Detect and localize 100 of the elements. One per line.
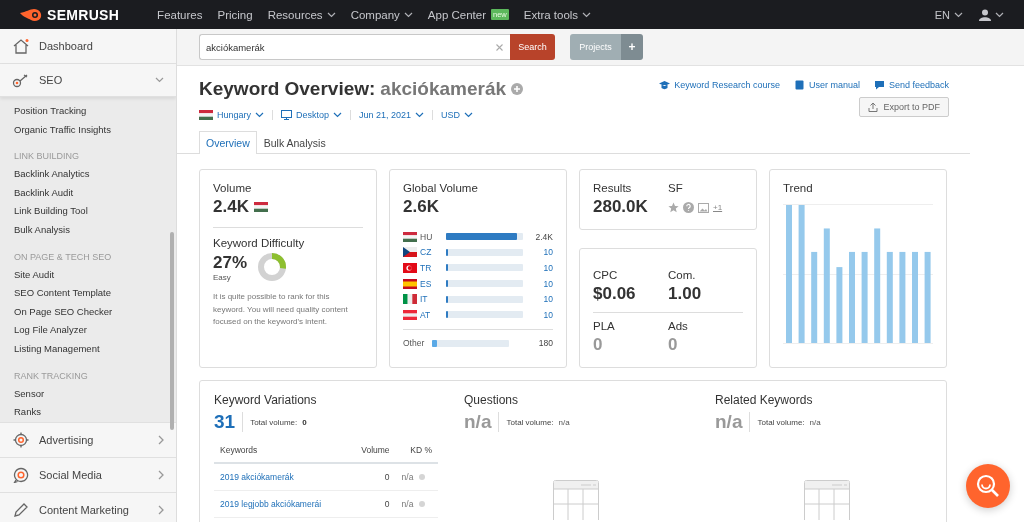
menu-item-label: Dashboard [39,40,93,52]
sidebar-menu-item[interactable]: Content Marketing [0,492,176,522]
speech-bubble-icon [873,80,885,90]
user-menu-button[interactable] [979,8,1004,21]
sidebar-link[interactable]: Sensor [14,384,176,404]
sidebar-link[interactable]: Position Tracking [14,102,176,121]
tab[interactable]: Bulk Analysis [256,131,333,154]
search-help-button[interactable] [966,464,1010,508]
search-button[interactable]: Search [510,34,555,60]
filter-dropdown[interactable]: Jun 21, 2021 [350,110,433,120]
country-code[interactable]: AT [420,309,446,320]
metric-value: 2.6K [403,197,440,217]
sidebar-menu-item[interactable]: Dashboard [0,29,176,64]
filter-dropdown[interactable]: Desktop [272,110,351,120]
sidebar-link[interactable]: Link Building Tool [14,202,176,221]
tab[interactable]: Overview [199,131,257,154]
flag-icon [403,263,417,273]
card-title: Com. [668,269,697,281]
volume-link[interactable]: 10 [543,263,553,273]
sidebar-link[interactable]: SEO Content Template [14,284,176,303]
star-icon [668,202,679,213]
flag-icon [403,247,417,258]
sidebar-link[interactable]: Backlink Audit [14,183,176,203]
country-code[interactable]: IT [420,294,446,305]
sidebar-link[interactable]: Ranks [14,403,176,422]
add-icon[interactable] [511,83,524,95]
search-icon [976,474,1000,498]
country-code[interactable]: TR [420,263,446,273]
column-header: Keywords [214,441,348,463]
country-code: HU [420,231,434,242]
flag-icon [253,202,268,212]
card-title: CPC [593,269,619,281]
graduation-cap-icon [659,80,671,90]
total-volume-label: Total volume: [757,417,805,427]
nav-menu-item[interactable]: Company [350,8,413,21]
filter-dropdown[interactable]: Hungary [199,110,273,120]
card-title: Global Volume [403,182,479,194]
menu-item-label: Advertising [39,433,94,446]
total-volume-value: 0 [302,417,307,427]
chevron-down-icon [954,11,963,18]
difficulty-dot-icon [419,474,426,480]
chevron-down-icon [995,11,1004,18]
metric-value: $0.06 [593,284,637,304]
close-icon[interactable] [496,43,503,51]
export-button[interactable]: Export to PDF [859,97,949,117]
monitor-icon [281,110,293,120]
sidebar-menu-item[interactable]: Social Media [0,457,176,493]
question-icon [683,202,694,213]
volume-link[interactable]: 10 [543,309,553,320]
pencil-icon [12,501,30,518]
sidebar-menu-item[interactable]: Advertising [0,422,176,458]
flag-icon [403,231,417,242]
table-cell: 0 [347,490,396,518]
count-value: n/a [464,412,500,432]
sidebar-link[interactable]: On Page SEO Checker [14,302,176,322]
keyword-link[interactable]: 2019 legjobb akciókamerái [220,499,322,509]
volume-link[interactable]: 10 [543,294,553,305]
card-title: Trend [783,182,814,194]
volume-link[interactable]: 10 [543,278,553,289]
nav-menu-item[interactable]: Resources [267,8,336,21]
total-volume-label: Total volume: [506,417,554,427]
sidebar-link[interactable]: Organic Traffic Insights [14,120,176,140]
nav-menu-item[interactable]: Features [157,8,203,21]
card-title: SF [668,182,684,194]
card-title: Results [593,182,633,194]
count-link[interactable]: 31 [214,412,244,432]
sidebar-link[interactable]: Bulk Analysis [14,220,176,240]
panel-title: Keyword Variations [214,393,318,407]
sidebar-link[interactable]: Listing Management [14,339,176,359]
difficulty-rating: Easy [213,272,232,282]
user-icon [979,8,991,21]
sidebar-menu-item[interactable]: SEO [0,64,176,97]
key-icon [12,72,30,88]
other-label: Other [403,338,426,349]
language-selector[interactable]: EN [934,8,963,21]
more-features-link[interactable]: +1 [713,203,723,212]
help-link[interactable]: Keyword Research course [659,80,780,90]
sidebar-link[interactable]: Backlink Analytics [14,165,176,184]
difficulty-dot-icon [419,501,426,507]
country-code[interactable]: ES [420,278,446,289]
section-heading: RANK TRACKING [14,369,89,383]
help-link[interactable]: User manual [793,80,860,90]
filter-dropdown[interactable]: USD [432,110,482,120]
sidebar-link[interactable]: Log File Analyzer [14,321,176,340]
search-field[interactable]: akciókamerák [199,34,510,60]
total-volume-value: n/a [809,417,821,427]
nav-menu-item[interactable]: Extra tools [523,8,592,21]
home-icon [12,38,30,54]
scrollbar[interactable] [170,232,174,430]
nav-menu-item[interactable]: Pricing [217,8,253,21]
keyword-link[interactable]: 2019 akciókamerák [220,472,294,482]
count-value: n/a [715,412,751,432]
volume-value: 2.4K [535,231,553,242]
card-title: Ads [668,320,689,332]
country-code[interactable]: CZ [420,247,446,258]
menu-item-label: Content Marketing [39,503,129,516]
help-link[interactable]: Send feedback [873,80,949,90]
volume-link[interactable]: 10 [543,247,553,258]
metric-value: 27% [213,252,248,273]
sidebar-link[interactable]: Site Audit [14,265,176,285]
